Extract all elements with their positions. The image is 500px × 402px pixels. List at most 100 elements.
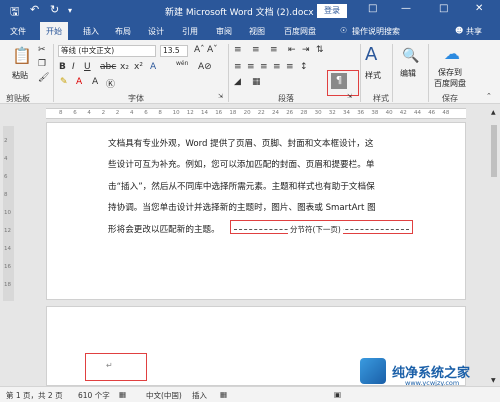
doc-line[interactable]: 些设计可互为补充。例如，您可以添加匹配的封面、页眉和提要栏。单 [108, 158, 374, 170]
doc-line[interactable]: 形将会更改以匹配新的主题。 [108, 223, 220, 235]
tab-file[interactable]: 文件 [10, 26, 26, 37]
login-button[interactable]: 登录 [317, 4, 347, 18]
scroll-down-icon[interactable]: ▼ [491, 377, 496, 384]
status-language[interactable]: 中文(中国) [146, 390, 182, 401]
copy-icon[interactable]: ❐ [38, 59, 46, 69]
status-page[interactable]: 第 1 页，共 2 页 [6, 390, 63, 401]
italic-icon[interactable]: I [72, 62, 75, 72]
shading-icon[interactable]: ◢ [234, 77, 241, 87]
doc-line[interactable]: 文档具有专业外观，Word 提供了页眉、页脚、封面和文本框设计，这 [108, 137, 373, 149]
align-center-icon[interactable]: ≡ [247, 62, 255, 72]
sort-icon[interactable]: ⇅ [316, 45, 324, 55]
undo-icon[interactable]: ↶ [30, 3, 39, 16]
font-size-combo[interactable]: 13.5 [160, 45, 188, 57]
proofing-icon[interactable]: ▦ [119, 390, 126, 399]
ruler-number: 32 [328, 110, 336, 116]
text-effects-icon[interactable]: A [150, 62, 156, 72]
tab-review[interactable]: 审阅 [216, 26, 232, 37]
tab-home[interactable]: 开始 [40, 22, 68, 40]
phonetic-guide-icon[interactable]: wén [176, 60, 188, 67]
ruler-number: 14 [201, 110, 208, 116]
ruler-number: 2 [101, 110, 106, 116]
tab-insert[interactable]: 插入 [83, 26, 99, 37]
cut-icon[interactable]: ✂ [38, 45, 46, 55]
paragraph-mark: ↵ [106, 361, 113, 370]
font-dialog-launcher-icon[interactable]: ⇲ [218, 93, 223, 100]
numbering-icon[interactable]: ≡ [252, 45, 260, 55]
styles-icon[interactable]: A [365, 44, 377, 65]
justify-icon[interactable]: ≡ [273, 62, 281, 72]
pilcrow-icon[interactable]: ¶ [331, 73, 347, 89]
ruler-number: 36 [357, 110, 365, 116]
tab-view[interactable]: 视图 [249, 26, 265, 37]
tab-references[interactable]: 引用 [182, 26, 198, 37]
redo-icon[interactable]: ↻ [50, 3, 59, 16]
char-shading-icon[interactable]: A [92, 77, 98, 87]
enclose-char-icon[interactable]: Ⓚ [106, 77, 115, 90]
underline-icon[interactable]: U [84, 62, 91, 72]
paragraph-dialog-launcher-icon[interactable]: ⇲ [347, 93, 352, 100]
increase-indent-icon[interactable]: ⇥ [302, 45, 310, 55]
group-paragraph-label: 段落 [278, 94, 294, 103]
ruler-number: 18 [229, 110, 237, 116]
share-button[interactable]: 共享 [466, 26, 482, 37]
font-color-icon[interactable]: A [76, 77, 82, 87]
ruler-number: 16 [215, 110, 223, 116]
status-insert-mode[interactable]: 插入 [192, 390, 207, 401]
save-icon[interactable]: 🖫 [10, 3, 19, 22]
line-spacing-icon[interactable]: ↕ [300, 62, 308, 72]
multilevel-list-icon[interactable]: ≡ [270, 45, 278, 55]
macro-icon[interactable]: ▦ [220, 390, 227, 399]
edit-button[interactable]: 编辑 [400, 68, 416, 79]
tab-layout[interactable]: 布局 [115, 26, 131, 37]
bullets-icon[interactable]: ≡ [234, 45, 242, 55]
ruler-number: 46 [428, 110, 436, 116]
minimize-icon[interactable]: — [401, 3, 411, 14]
close-icon[interactable]: ✕ [475, 3, 483, 14]
save-to-label[interactable]: 保存到 [438, 67, 462, 78]
highlight-icon[interactable]: ✎ [60, 77, 68, 87]
status-words[interactable]: 610 个字 [78, 390, 110, 401]
tab-design[interactable]: 设计 [148, 26, 164, 37]
doc-line[interactable]: 持协调。当您单击设计并选择新的主题时，图片、图表或 SmartArt 图 [108, 201, 376, 213]
edit-icon[interactable]: 🔍 [402, 48, 419, 64]
ruler-number: 4 [87, 110, 91, 116]
align-left-icon[interactable]: ≡ [234, 62, 242, 72]
paragraph-mark-highlight-box [85, 353, 147, 381]
ribbon-display-options-icon[interactable]: □ [368, 3, 377, 14]
strikethrough-icon[interactable]: abc [100, 62, 116, 72]
font-name-combo[interactable]: 等线 (中文正文) [58, 45, 156, 57]
paste-button[interactable]: 粘贴 [12, 70, 28, 81]
ruler-number: 24 [272, 110, 279, 116]
align-right-icon[interactable]: ≡ [260, 62, 268, 72]
ruler-number: 28 [300, 110, 308, 116]
doc-line[interactable]: 击“插入”，然后从不同库中选择所需元素。主题和样式也有助于文档保 [108, 180, 375, 192]
baidu-netdisk-label[interactable]: 百度网盘 [434, 78, 466, 89]
grow-font-icon[interactable]: Aˆ [194, 45, 205, 55]
ruler-number: 6 [73, 110, 77, 116]
maximize-icon[interactable]: □ [439, 3, 448, 14]
read-mode-icon[interactable]: ▣ [334, 390, 341, 399]
styles-button[interactable]: 样式 [365, 70, 381, 81]
decrease-indent-icon[interactable]: ⇤ [288, 45, 296, 55]
customize-quick-access-icon[interactable]: ▾ [68, 6, 72, 15]
separator [53, 44, 54, 102]
subscript-icon[interactable]: x₂ [120, 62, 129, 72]
status-bar [0, 386, 500, 402]
baidu-netdisk-icon: ☁ [444, 44, 460, 63]
tell-me-search[interactable]: 操作说明搜索 [352, 26, 400, 37]
ribbon-tabs: 文件 开始 插入 布局 设计 引用 审阅 视图 百度网盘 ☉ 操作说明搜索 ☻ … [0, 22, 500, 40]
clipboard-icon: 📋 [12, 46, 32, 65]
clear-format-icon[interactable]: A⊘ [198, 62, 212, 72]
collapse-ribbon-icon[interactable]: ⌃ [486, 92, 492, 100]
superscript-icon[interactable]: x² [134, 62, 143, 72]
tab-baidu-netdisk[interactable]: 百度网盘 [284, 26, 316, 37]
distributed-icon[interactable]: ≡ [286, 62, 294, 72]
bold-icon[interactable]: B [59, 62, 66, 72]
shrink-font-icon[interactable]: Aˇ [207, 45, 218, 55]
scrollbar-thumb[interactable] [491, 125, 497, 177]
format-painter-icon[interactable]: 🖌 [38, 73, 49, 83]
borders-icon[interactable]: ▦ [252, 77, 261, 87]
scroll-up-icon[interactable]: ▲ [491, 109, 496, 116]
ruler-number: 6 [144, 110, 148, 116]
